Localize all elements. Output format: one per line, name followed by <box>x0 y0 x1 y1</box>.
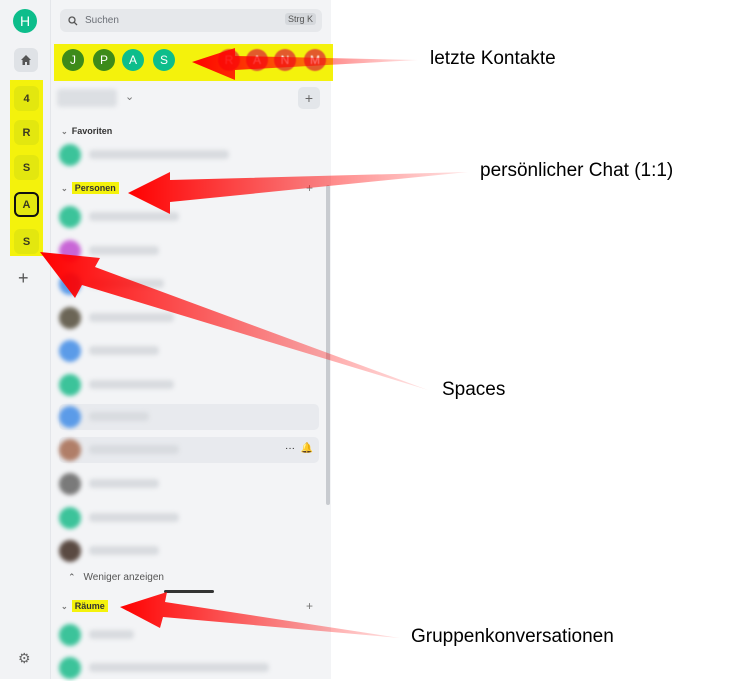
arrow-personal-chat <box>128 172 468 214</box>
annotation-arrows <box>40 48 468 638</box>
arrow-groups <box>120 592 400 638</box>
annotation-spaces: Spaces <box>442 379 506 400</box>
arrow-spaces <box>40 252 428 390</box>
annotation-recent-contacts: letzte Kontakte <box>430 48 556 69</box>
annotation-groups: Gruppenkonversationen <box>411 626 614 647</box>
annotation-personal-chat: persönlicher Chat (1:1) <box>480 160 674 181</box>
arrow-recent-contacts <box>192 48 418 80</box>
